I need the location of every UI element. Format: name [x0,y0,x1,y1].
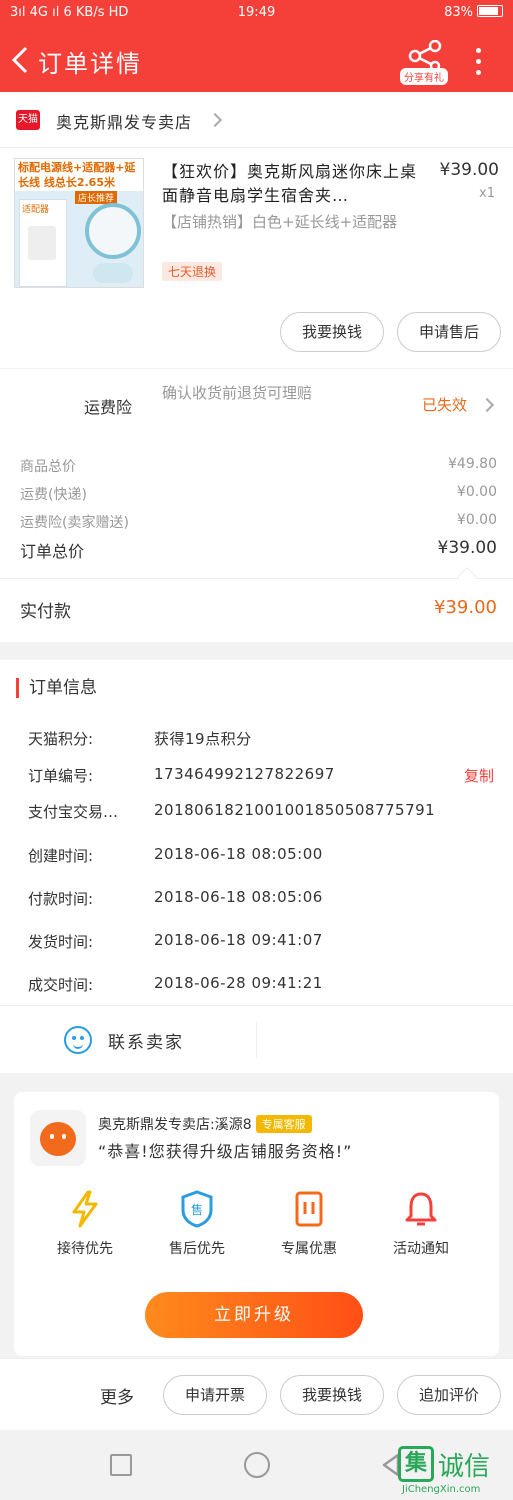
share-gift-tag: 分享有礼 [400,68,448,85]
contact-seller-button[interactable]: 联系卖家 [108,1028,184,1053]
share-icon [408,39,442,72]
watermark-logo: 集 诚信 JiChengXin.com [396,1442,508,1496]
feature-exclusive-discount: 专属优惠 [254,1190,364,1258]
fee-row: 商品总价 ¥49.80 [20,456,497,475]
fan-base [93,263,133,283]
bottom-action-bar: 更多 申请开票 我要换钱 追加评价 [0,1358,513,1430]
return-policy-badge: 七天退换 [162,262,223,281]
chevron-left-icon [11,46,28,74]
chevron-right-icon [207,112,223,128]
after-sale-button[interactable]: 申请售后 [397,312,501,352]
promo-message: “恭喜!您获得升级店铺服务资格!” [98,1142,353,1161]
product-sku: 【店铺热销】白色+延长线+适配器 [162,213,398,231]
more-menu-button[interactable] [468,42,488,78]
refund-button[interactable]: 我要换钱 [280,312,384,352]
shop-row[interactable]: 天猫 奥克斯鼎发专卖店 [0,92,513,148]
back-button[interactable] [8,42,38,78]
insurance-label: 运费险 [84,398,133,417]
feature-after-sale-priority: 售 售后优先 [142,1190,252,1258]
feature-event-notification: 活动通知 [366,1190,476,1258]
product-image[interactable]: 标配电源线+适配器+延长线 线总长2.65米 适配器 店长推荐 [14,158,144,288]
product-name[interactable]: 【狂欢价】奥克斯风扇迷你床上桌面静音电扇学生宿舍夹… [162,160,420,208]
fee-summary: 商品总价 ¥49.80 运费(快递) ¥0.00 运费险(卖家赠送) ¥0.00 订单… [0,438,513,578]
chat-face-icon[interactable] [64,1026,92,1054]
exclusive-service-badge: 专属客服 [255,1115,312,1133]
tmall-icon: 天猫 [16,110,40,130]
fee-row: 运费(快递) ¥0.00 [20,484,497,503]
promo-shop-line: 奥克斯鼎发专卖店:溪源8 专属客服 [98,1114,312,1134]
product-quantity: x1 [479,186,495,201]
copy-button[interactable]: 复制 [464,765,494,786]
paid-value: ¥39.00 [434,597,497,618]
invoice-button[interactable]: 申请开票 [163,1375,267,1415]
coupon-icon [295,1191,323,1227]
shop-name: 奥克斯鼎发专卖店 [56,113,193,132]
paid-label: 实付款 [20,602,71,622]
insurance-status: 已失效 [422,396,468,414]
battery-indicator: 83% [444,5,503,20]
feature-reception-priority: 接待优先 [30,1190,140,1258]
system-nav-bar: 集 诚信 JiChengXin.com [0,1430,513,1500]
shipping-insurance-row[interactable]: 运费险 确认收货前退货可理赔 已失效 [0,368,513,438]
adapter-image: 适配器 [19,199,67,287]
shield-icon: 售 [181,1190,213,1228]
product-price: ¥39.00 [439,160,499,180]
nav-bar: 订单详情 分享有礼 [0,28,513,92]
order-info-section: 订单信息 天猫积分: 获得19点积分 订单编号: 17346499212782269… [0,660,513,1005]
clock: 19:49 [237,5,276,20]
product-card: 标配电源线+适配器+延长线 线总长2.65米 适配器 店长推荐 【狂欢价】奥克斯… [0,148,513,438]
home-button[interactable] [244,1452,270,1478]
recent-apps-button[interactable] [110,1454,132,1476]
more-button[interactable]: 更多 [100,1383,134,1408]
shop-avatar [30,1110,86,1166]
service-upgrade-card: 奥克斯鼎发专卖店:溪源8 专属客服 “恭喜!您获得升级店铺服务资格!” 接待优先 … [14,1092,499,1356]
chevron-right-icon [479,397,495,413]
divider [256,1022,257,1058]
order-total-row: 订单总价 ¥39.00 [20,538,497,561]
share-button[interactable]: 分享有礼 [398,39,450,85]
battery-icon [477,5,503,17]
status-bar: 3ıl 4G ıl 6 KB/s HD 19:49 83% [0,0,513,28]
order-info-title: 订单信息 [16,678,97,698]
refund-button-bottom[interactable]: 我要换钱 [280,1375,384,1415]
fan-image [85,203,141,259]
add-review-button[interactable]: 追加评价 [397,1375,501,1415]
more-dots-icon [475,48,481,53]
contact-seller-row: 联系卖家 [0,1005,513,1073]
paid-amount-row: 实付款 ¥39.00 [0,567,513,642]
product-image-caption: 标配电源线+适配器+延长线 线总长2.65米 [15,159,143,191]
bell-icon [405,1192,437,1226]
insurance-description: 确认收货前退货可理赔 [162,384,313,402]
page-title: 订单详情 [38,50,142,78]
upgrade-now-button[interactable]: 立即升级 [145,1292,363,1338]
lightning-icon [72,1190,98,1228]
fee-row: 运费险(卖家赠送) ¥0.00 [20,512,497,531]
svg-text:售: 售 [191,1202,203,1217]
